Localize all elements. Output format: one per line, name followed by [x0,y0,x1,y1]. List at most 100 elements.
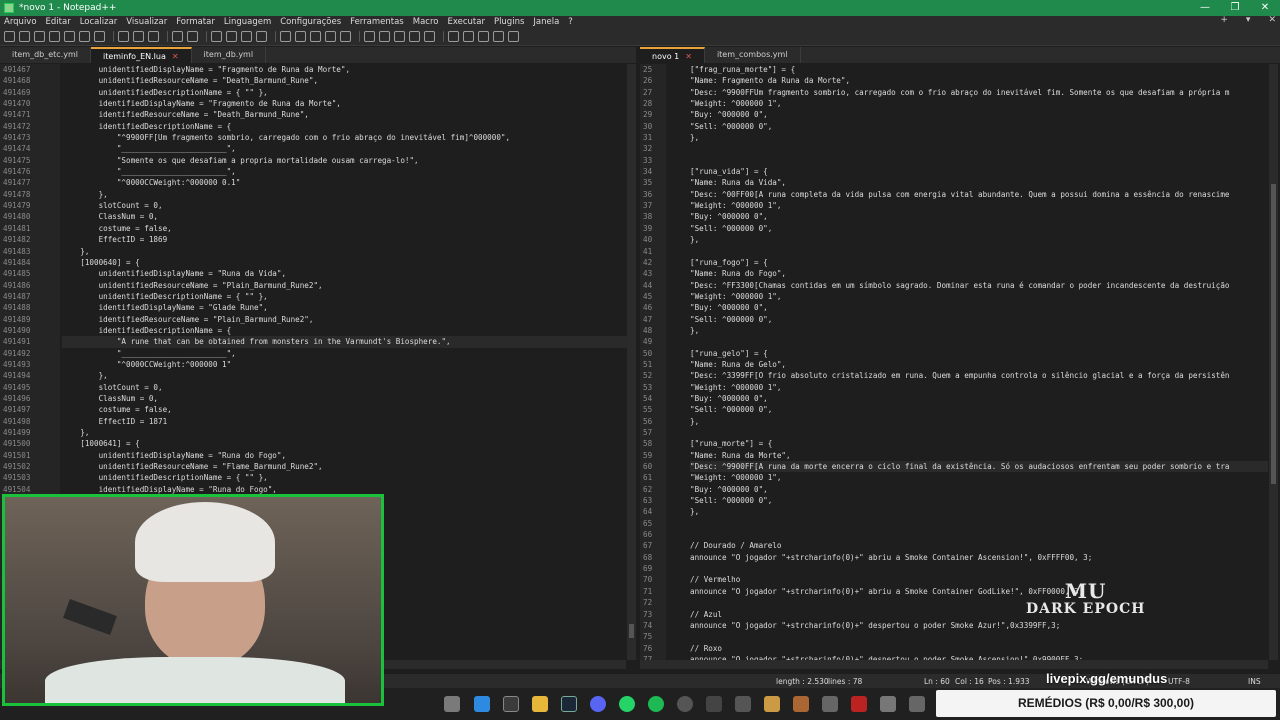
code-line[interactable]: "Desc: ^3399FF[O frio absoluto cristaliz… [690,370,1268,381]
code-line[interactable]: slotCount = 0, [62,382,636,393]
code-line[interactable]: "Sell: ^000000 0", [690,495,1268,506]
stop-macro-icon[interactable] [463,31,474,42]
code-line[interactable]: "_______________________", [62,143,636,154]
app-icon[interactable] [706,696,722,712]
menu-ferramentas[interactable]: Ferramentas [350,17,404,27]
tab-item-db-etc[interactable]: item_db_etc.yml [0,47,91,63]
tab-novo-1[interactable]: novo 1 ✕ [640,47,705,63]
code-area[interactable]: unidentifiedDisplayName = "Fragmento de … [62,64,636,495]
doc-map-icon[interactable] [379,31,390,42]
minimize-button[interactable]: — [1190,0,1220,16]
spotify-icon[interactable] [648,696,664,712]
code-line[interactable]: "Sell: ^000000 0", [690,121,1268,132]
menu-visualizar[interactable]: Visualizar [126,17,167,27]
open-file-icon[interactable] [19,31,30,42]
code-line[interactable]: unidentifiedDisplayName = "Fragmento de … [62,64,636,75]
code-line[interactable]: "Somente os que desafiam a propria morta… [62,155,636,166]
code-line[interactable]: "Name: Fragmento da Runa da Morte", [690,75,1268,86]
file-explorer-icon[interactable] [532,696,548,712]
indent-guide-icon[interactable] [340,31,351,42]
code-line[interactable]: }, [62,246,636,257]
menu-plugins[interactable]: Plugins [494,17,524,27]
task-view-icon[interactable] [444,696,460,712]
close-tab-icon[interactable]: ✕ [685,52,692,61]
code-line[interactable] [690,597,1268,608]
code-line[interactable] [690,427,1268,438]
code-line[interactable]: identifiedDescriptionName = { [62,325,636,336]
steam-icon[interactable] [561,696,577,712]
code-line[interactable]: costume = false, [62,223,636,234]
right-vertical-scrollbar[interactable] [1269,64,1278,660]
code-line[interactable]: "^0000CCWeight:^000000 1" [62,359,636,370]
code-line[interactable]: "_______________________", [62,166,636,177]
code-line[interactable] [690,143,1268,154]
code-line[interactable]: EffectID = 1869 [62,234,636,245]
replace-icon[interactable] [226,31,237,42]
menu-arquivo[interactable]: Arquivo [4,17,37,27]
right-editor-pane[interactable]: 25 26 27 28 29 30 31 32 33 34 35 36 37 38 39 40 41 42 43 44… [640,64,1268,660]
code-line[interactable]: "Name: Runa de Gelo", [690,359,1268,370]
save-icon[interactable] [34,31,45,42]
code-line[interactable]: "Desc: ^9900FF[A runa da morte encerra o… [690,461,1268,473]
app-icon[interactable] [503,696,519,712]
code-line[interactable]: "Weight: ^000000 1", [690,291,1268,302]
code-line[interactable]: "Sell: ^000000 0", [690,223,1268,234]
copy-icon[interactable] [133,31,144,42]
code-line[interactable]: ["runa_gelo"] = { [690,348,1268,359]
code-line[interactable]: unidentifiedDisplayName = "Runa do Fogo"… [62,450,636,461]
code-line[interactable]: "Desc: ^9900FFUm fragmento sombrio, carr… [690,87,1268,98]
code-line[interactable]: unidentifiedDescriptionName = { "" }, [62,472,636,483]
menu-localizar[interactable]: Localizar [80,17,118,27]
code-line[interactable]: "Buy: ^000000 0", [690,393,1268,404]
code-line[interactable]: }, [690,234,1268,245]
new-tab-button[interactable]: + [1220,15,1228,25]
code-line[interactable]: ["runa_morte"] = { [690,438,1268,449]
tab-iteminfo-en[interactable]: iteminfo_EN.lua ✕ [90,47,192,63]
app-icon[interactable] [909,696,925,712]
code-line[interactable]: unidentifiedResourceName = "Flame_Barmun… [62,461,636,472]
code-line[interactable]: identifiedDescriptionName = { [62,121,636,132]
code-line[interactable]: unidentifiedResourceName = "Plain_Barmun… [62,280,636,291]
code-line[interactable]: "Buy: ^000000 0", [690,302,1268,313]
app-icon[interactable] [793,696,809,712]
code-line[interactable]: // Dourado / Amarelo [690,540,1268,551]
code-line[interactable]: }, [690,416,1268,427]
code-line[interactable]: "^9900FF[Um fragmento sombrio, carregado… [62,132,636,143]
function-list-icon[interactable] [394,31,405,42]
code-line[interactable]: announce "O jogador "+strcharinfo(0)+" a… [690,552,1268,563]
code-line[interactable]: "Name: Runa da Morte", [690,450,1268,461]
code-line[interactable]: [1000641] = { [62,438,636,449]
code-line[interactable] [690,518,1268,529]
code-line[interactable]: "^0000CCWeight:^000000 0.1" [62,177,636,188]
whatsapp-icon[interactable] [619,696,635,712]
cut-icon[interactable] [118,31,129,42]
save-all-icon[interactable] [49,31,60,42]
code-line[interactable]: "Weight: ^000000 1", [690,472,1268,483]
code-line[interactable]: identifiedResourceName = "Death_Barmund_… [62,109,636,120]
close-tab-button[interactable]: ✕ [1268,15,1276,25]
run-macro-multiple-icon[interactable] [493,31,504,42]
code-line[interactable]: "Weight: ^000000 1", [690,98,1268,109]
code-line[interactable]: "A rune that can be obtained from monste… [62,336,636,348]
code-line[interactable]: "Buy: ^000000 0", [690,211,1268,222]
code-line[interactable]: EffectID = 1871 [62,416,636,427]
code-line[interactable]: "Buy: ^000000 0", [690,109,1268,120]
code-line[interactable]: announce "O jogador "+strcharinfo(0)+" d… [690,620,1268,631]
maximize-button[interactable]: ❐ [1220,0,1250,16]
code-line[interactable]: "Name: Runa do Fogo", [690,268,1268,279]
code-line[interactable] [690,246,1268,257]
zoom-out-icon[interactable] [256,31,267,42]
redo-icon[interactable] [187,31,198,42]
code-line[interactable]: }, [690,506,1268,517]
sync-horizontal-icon[interactable] [295,31,306,42]
app-icon[interactable] [764,696,780,712]
close-button[interactable]: ✕ [1250,0,1280,16]
code-line[interactable] [690,631,1268,642]
code-line[interactable]: ClassNum = 0, [62,211,636,222]
menu-help[interactable]: ? [568,17,573,27]
paste-icon[interactable] [148,31,159,42]
code-line[interactable]: "Desc: ^00FF00[A runa completa da vida p… [690,189,1268,200]
code-line[interactable]: // Roxo [690,643,1268,654]
left-vertical-scrollbar[interactable] [627,64,636,660]
menu-formatar[interactable]: Formatar [176,17,215,27]
